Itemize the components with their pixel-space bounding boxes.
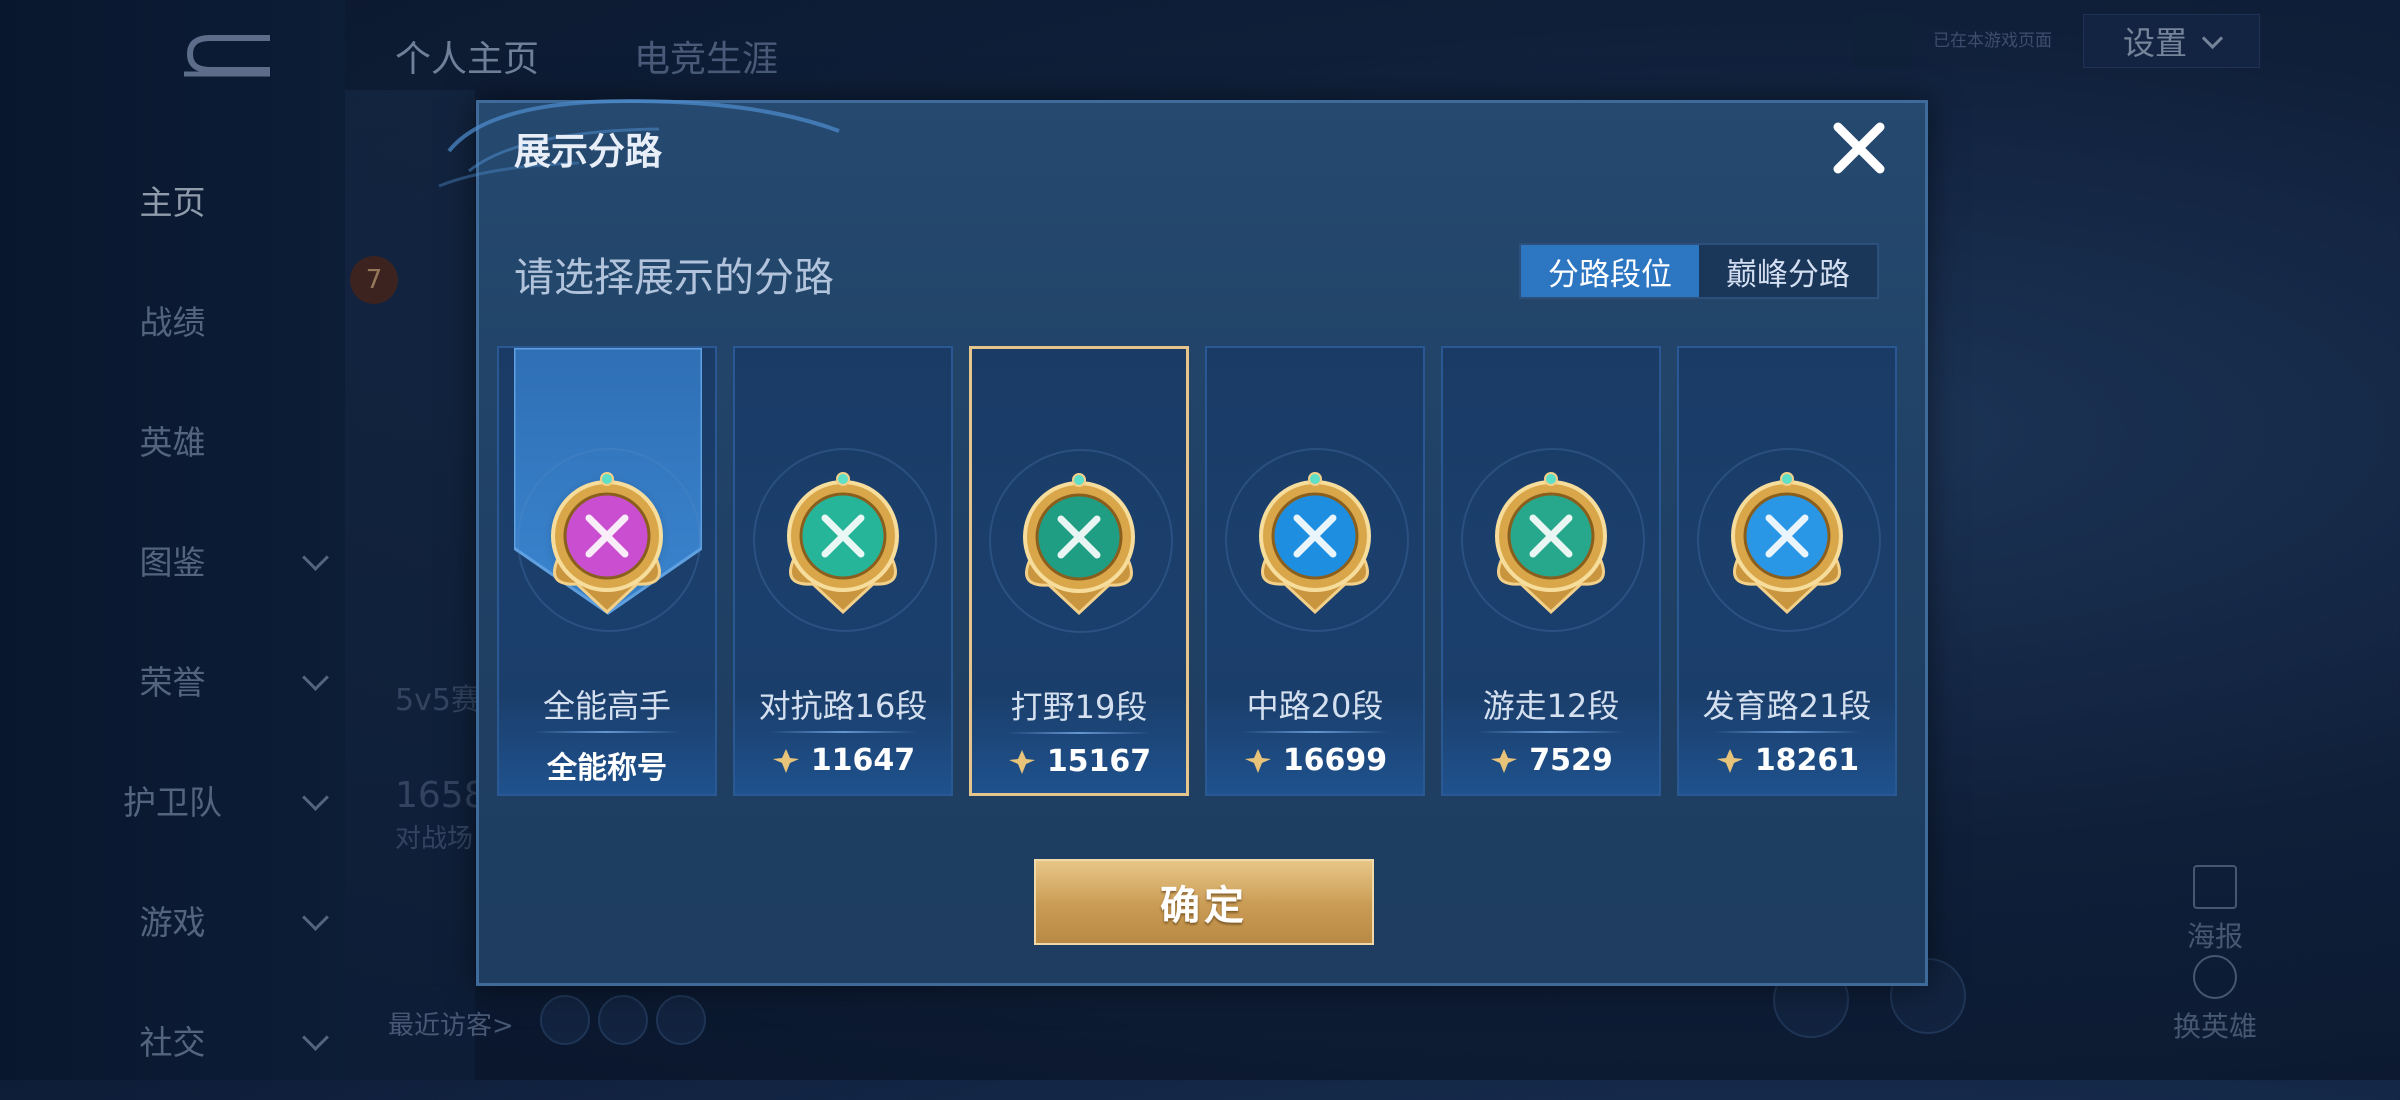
lane-card[interactable]: 打野19段 15167 — [969, 346, 1189, 796]
rank-points-icon — [1008, 749, 1035, 774]
dialog-title: 展示分路 — [514, 130, 662, 173]
lane-name: 全能高手 — [542, 687, 671, 725]
lane-score-value: 全能称号 — [547, 751, 667, 786]
lane-name: 对抗路16段 — [758, 687, 928, 725]
divider — [1714, 731, 1860, 733]
rank-points-icon — [772, 748, 799, 773]
divider — [770, 731, 916, 733]
lane-score: 15167 — [972, 744, 1186, 779]
lane-score-value: 15167 — [1046, 744, 1152, 779]
lane-card-list: 全能高手 全能称号 对抗路16段 11647 打野19段 15167 中路20段 16699 游… — [497, 346, 1897, 796]
rank-points-icon — [1244, 748, 1271, 773]
lane-card[interactable]: 对抗路16段 11647 — [733, 346, 953, 796]
lane-badge-icon — [1023, 473, 1135, 616]
divider — [1007, 732, 1151, 734]
tab-lane-rank[interactable]: 分路段位 — [1521, 245, 1699, 297]
divider — [1242, 731, 1388, 733]
divider — [1478, 731, 1624, 733]
lane-score: 7529 — [1443, 743, 1659, 778]
lane-display-dialog: 展示分路 请选择展示的分路 分路段位 巅峰分路 全能高手 全能称号 对抗路16段 116… — [438, 98, 1928, 986]
close-icon[interactable] — [1828, 117, 1890, 179]
lane-badge-icon — [551, 472, 663, 615]
lane-score-value: 7529 — [1529, 743, 1613, 778]
lane-score-value: 16699 — [1282, 743, 1388, 778]
confirm-button[interactable]: 确定 — [1034, 859, 1374, 945]
lane-card[interactable]: 中路20段 16699 — [1205, 346, 1425, 796]
lane-score-value: 18261 — [1754, 743, 1860, 778]
rank-points-icon — [1716, 748, 1743, 773]
dialog-subtitle: 请选择展示的分路 — [514, 255, 834, 301]
lane-name: 打野19段 — [1010, 688, 1148, 726]
lane-name: 游走12段 — [1482, 687, 1620, 725]
lane-score: 全能称号 — [499, 743, 715, 787]
lane-badge-icon — [1259, 472, 1371, 615]
lane-score: 18261 — [1679, 743, 1895, 778]
lane-name: 发育路21段 — [1702, 687, 1872, 725]
lane-score-value: 11647 — [810, 743, 916, 778]
lane-card[interactable]: 全能高手 全能称号 — [497, 346, 717, 796]
lane-badge-icon — [787, 472, 899, 615]
tab-peak-lane[interactable]: 巅峰分路 — [1699, 245, 1877, 297]
lane-badge-icon — [1495, 472, 1607, 615]
lane-badge-icon — [1731, 472, 1843, 615]
rank-points-icon — [1491, 748, 1518, 773]
lane-type-toggle: 分路段位 巅峰分路 — [1519, 243, 1879, 299]
lane-score: 16699 — [1207, 743, 1423, 778]
lane-score: 11647 — [735, 743, 951, 778]
lane-card[interactable]: 发育路21段 18261 — [1677, 346, 1897, 796]
lane-name: 中路20段 — [1246, 687, 1384, 725]
divider — [534, 731, 680, 733]
lane-card[interactable]: 游走12段 7529 — [1441, 346, 1661, 796]
